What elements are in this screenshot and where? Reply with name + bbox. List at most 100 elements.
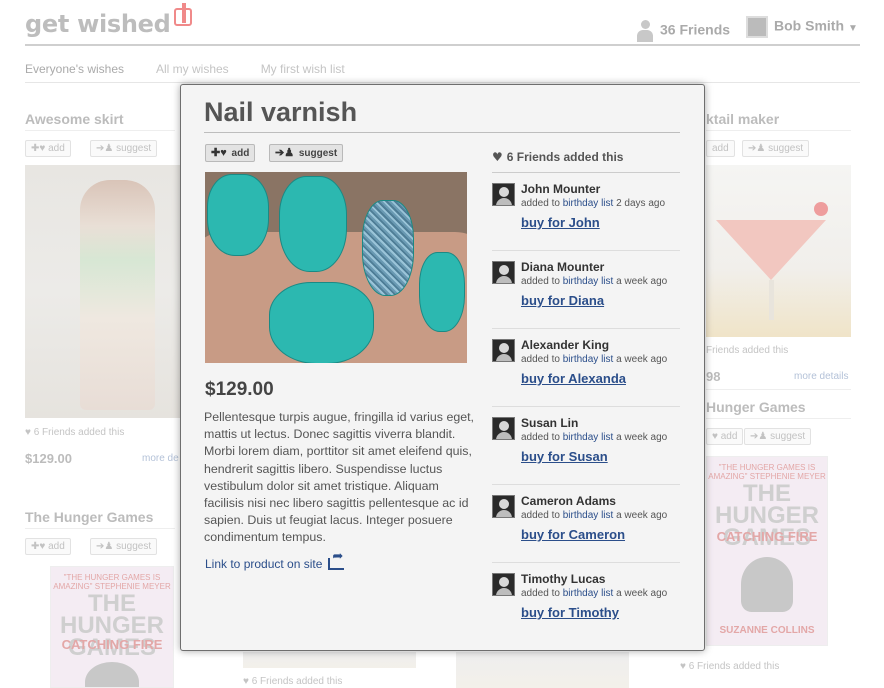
- user-avatar: [746, 16, 768, 38]
- share-icon: [328, 549, 345, 570]
- friends-header-divider: [492, 172, 680, 173]
- card-title-skirt[interactable]: Awesome skirt: [25, 111, 124, 127]
- friend-name[interactable]: Timothy Lucas: [521, 572, 605, 586]
- add-button[interactable]: ✚♥ add: [25, 538, 71, 555]
- card-title-hunger-games[interactable]: Hunger Games: [706, 399, 806, 415]
- friend-avatar[interactable]: [492, 495, 515, 518]
- friend-name[interactable]: Susan Lin: [521, 416, 578, 430]
- card-title-hunger-games[interactable]: The Hunger Games: [25, 509, 153, 525]
- product-image-nail-varnish[interactable]: [205, 172, 467, 363]
- wish-list-link[interactable]: birthday list: [563, 354, 614, 365]
- friend-avatar[interactable]: [492, 261, 515, 284]
- mockingjay-icon: [740, 557, 794, 612]
- card-title-cocktail[interactable]: ktail maker: [706, 111, 779, 127]
- gift-icon: [173, 3, 192, 26]
- buy-for-friend-link[interactable]: buy for John: [521, 215, 600, 230]
- card-divider: [25, 528, 175, 529]
- card-divider: [706, 418, 851, 419]
- friend-avatar[interactable]: [492, 183, 515, 206]
- tab-my-first-wish-list[interactable]: My first wish list: [261, 62, 345, 76]
- subnav: Everyone's wishes All my wishes My first w…: [25, 62, 377, 76]
- friend-name[interactable]: Diana Mounter: [521, 260, 604, 274]
- suggest-button[interactable]: ➔♟ suggest: [742, 140, 810, 157]
- chevron-down-icon: ▼: [848, 22, 858, 34]
- header-divider: [25, 44, 860, 46]
- product-image-cocktail[interactable]: [706, 165, 851, 337]
- tab-everyones-wishes[interactable]: Everyone's wishes: [25, 62, 124, 76]
- logo-text: get wished: [25, 10, 171, 38]
- product-image[interactable]: [243, 652, 416, 668]
- product-price: $129.00: [205, 379, 274, 400]
- wish-list-link[interactable]: birthday list: [563, 510, 614, 521]
- friend-avatar[interactable]: [492, 339, 515, 362]
- friends-added-header: ♥ 6 Friends added this: [492, 150, 624, 164]
- card-divider: [706, 130, 851, 131]
- price-label: 98: [706, 369, 721, 384]
- suggest-button[interactable]: ➔♟ suggest: [269, 144, 344, 162]
- friend-name[interactable]: John Mounter: [521, 182, 600, 196]
- card-divider: [25, 130, 175, 131]
- friend-divider: [492, 562, 680, 563]
- friends-added-label: Friends added this: [706, 345, 789, 356]
- friends-count-label: 36 Friends: [660, 21, 731, 38]
- product-site-link-label: Link to product on site: [205, 557, 323, 571]
- friend-added-meta: added to birthday list a week ago: [521, 432, 668, 443]
- book-tagline: "THE HUNGER GAMES IS AMAZING" STEPHENIE …: [708, 463, 826, 481]
- tab-all-my-wishes[interactable]: All my wishes: [156, 62, 229, 76]
- product-modal: Nail varnish ✚♥ add ➔♟ suggest $129.00 P…: [180, 84, 705, 651]
- buy-for-friend-link[interactable]: buy for Alexanda: [521, 371, 626, 386]
- wish-list-link[interactable]: birthday list: [563, 198, 614, 209]
- friend-divider: [492, 328, 680, 329]
- friend-avatar[interactable]: [492, 417, 515, 440]
- friend-name[interactable]: Cameron Adams: [521, 494, 616, 508]
- add-button[interactable]: ♥ add: [706, 428, 744, 445]
- book-cover-image[interactable]: "THE HUNGER GAMES IS AMAZING" STEPHENIE …: [706, 456, 828, 646]
- card-divider: [706, 389, 851, 390]
- suggest-button[interactable]: ➔♟ suggest: [90, 538, 158, 555]
- friend-name[interactable]: Alexander King: [521, 338, 609, 352]
- more-details-link[interactable]: more de: [142, 453, 179, 464]
- book-subtitle: CATCHING FIRE: [716, 529, 818, 544]
- price-label: $129.00: [25, 451, 72, 466]
- buy-for-friend-link[interactable]: buy for Timothy: [521, 605, 619, 620]
- friends-count-link[interactable]: 36 Friends: [636, 20, 730, 42]
- logo[interactable]: get wished: [25, 3, 192, 38]
- buy-for-friend-link[interactable]: buy for Diana: [521, 293, 604, 308]
- heart-plus-icon: ✚♥: [211, 147, 227, 159]
- product-image-skirt[interactable]: [25, 165, 181, 418]
- friend-added-meta: added to birthday list a week ago: [521, 588, 668, 599]
- suggest-button[interactable]: ➔♟ suggest: [90, 140, 158, 157]
- friend-divider: [492, 484, 680, 485]
- friends-added-label: ♥ 6 Friends added this: [243, 676, 343, 687]
- modal-title: Nail varnish: [204, 97, 358, 127]
- friends-added-label: ♥ 6 Friends added this: [25, 427, 125, 438]
- add-button[interactable]: add: [706, 140, 735, 157]
- user-menu[interactable]: Bob Smith ▼: [746, 16, 858, 38]
- buy-for-friend-link[interactable]: buy for Cameron: [521, 527, 625, 542]
- add-button[interactable]: ✚♥ add: [205, 144, 256, 162]
- friends-icon: [636, 20, 654, 42]
- product-description: Pellentesque turpis augue, fringilla id …: [204, 410, 475, 545]
- person-arrow-icon: ➔♟: [275, 147, 295, 159]
- buy-for-friend-link[interactable]: buy for Susan: [521, 449, 608, 464]
- friend-added-meta: added to birthday list a week ago: [521, 510, 668, 521]
- friend-added-meta: added to birthday list 2 days ago: [521, 198, 666, 209]
- wish-list-link[interactable]: birthday list: [563, 276, 614, 287]
- header: get wished 36 Friends Bob Smith ▼: [0, 0, 884, 60]
- product-site-link[interactable]: Link to product on site: [205, 549, 345, 571]
- wish-list-link[interactable]: birthday list: [563, 588, 614, 599]
- suggest-button[interactable]: ➔♟ suggest: [744, 428, 812, 445]
- book-author: SUZANNE COLLINS: [719, 625, 815, 636]
- heart-icon: ♥: [492, 150, 503, 164]
- add-button[interactable]: ✚♥ add: [25, 140, 71, 157]
- friend-avatar[interactable]: [492, 573, 515, 596]
- friend-added-meta: added to birthday list a week ago: [521, 276, 668, 287]
- book-cover-image[interactable]: "THE HUNGER GAMES IS AMAZING" STEPHENIE …: [50, 566, 174, 688]
- book-tagline: "THE HUNGER GAMES IS AMAZING" STEPHENIE …: [53, 573, 171, 591]
- cherry-icon: [814, 202, 828, 216]
- book-subtitle: CATCHING FIRE: [61, 637, 163, 652]
- friends-added-label: ♥ 6 Friends added this: [680, 661, 780, 672]
- wish-list-link[interactable]: birthday list: [563, 432, 614, 443]
- product-image[interactable]: [456, 652, 629, 688]
- more-details-link[interactable]: more details: [794, 371, 848, 382]
